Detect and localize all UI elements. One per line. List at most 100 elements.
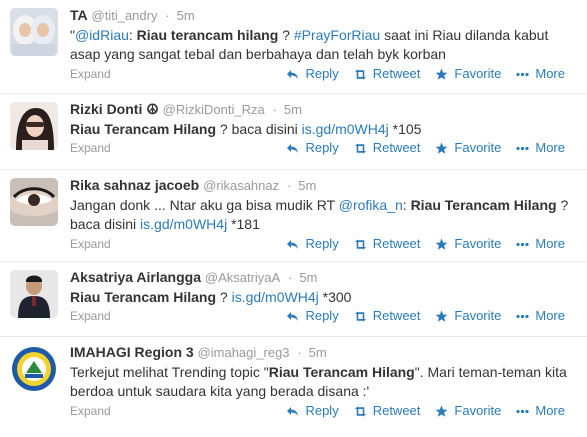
- tweet-username[interactable]: @titi_andry: [92, 8, 158, 23]
- tweet-text-segment: :: [128, 27, 137, 43]
- tweet-text: Jangan donk ... Ntar aku ga bisa mudik R…: [70, 196, 577, 234]
- tweet-actions: Reply Retweet Favorite More: [271, 307, 565, 325]
- ellipsis-icon: [516, 68, 529, 81]
- tweet-fullname[interactable]: IMAHAGI Region 3: [70, 344, 194, 360]
- favorite-button[interactable]: Favorite: [435, 235, 501, 253]
- tweet-item[interactable]: Rizki Donti ☮ @RizkiDonti_Rza · 5m Riau …: [0, 94, 587, 170]
- reply-arrow-icon: [286, 405, 299, 418]
- favorite-label: Favorite: [454, 236, 502, 251]
- tweet-actions: Reply Retweet Favorite More: [271, 402, 565, 420]
- retweet-arrows-icon: [354, 238, 367, 251]
- reply-button[interactable]: Reply: [286, 307, 339, 325]
- tweet-footer: Expand Reply Retweet Favorite More: [70, 402, 577, 420]
- tweet-text-segment: ? baca disini: [216, 121, 302, 137]
- tweet-text: Riau Terancam Hilang ? is.gd/m0WH4j *300: [70, 288, 577, 307]
- mention-link[interactable]: @idRiau: [75, 27, 129, 43]
- tweet-actions: Reply Retweet Favorite More: [271, 235, 565, 253]
- reply-arrow-icon: [286, 68, 299, 81]
- avatar[interactable]: [10, 102, 58, 150]
- retweet-button[interactable]: Retweet: [354, 402, 420, 420]
- avatar[interactable]: [10, 345, 58, 393]
- tweet-fullname[interactable]: TA: [70, 7, 88, 23]
- tweet-text: Riau Terancam Hilang ? baca disini is.gd…: [70, 120, 577, 139]
- more-label: More: [535, 403, 565, 418]
- highlighted-text: Riau Terancam Hilang: [70, 121, 217, 137]
- retweet-button[interactable]: Retweet: [354, 65, 420, 83]
- tweet-fullname[interactable]: Rizki Donti ☮: [70, 101, 159, 117]
- tweet-actions: Reply Retweet Favorite More: [271, 139, 565, 157]
- more-button[interactable]: More: [516, 307, 565, 325]
- tweet-item[interactable]: Rika sahnaz jacoeb @rikasahnaz · 5m Jang…: [0, 170, 587, 262]
- tweet-username[interactable]: @imahagi_reg3: [198, 345, 290, 360]
- time-separator: ·: [297, 345, 302, 360]
- more-button[interactable]: More: [516, 235, 565, 253]
- reply-button[interactable]: Reply: [286, 65, 339, 83]
- more-label: More: [535, 308, 565, 323]
- ellipsis-icon: [516, 238, 529, 251]
- highlighted-text: Riau Terancam Hilang: [410, 197, 557, 213]
- tweet-text-segment: *300: [318, 289, 352, 305]
- avatar[interactable]: [10, 270, 58, 318]
- expand-link[interactable]: Expand: [70, 141, 111, 155]
- highlighted-text: Riau Terancam Hilang: [70, 289, 217, 305]
- tweet-header: TA @titi_andry · 5m: [70, 0, 577, 25]
- tweet-item[interactable]: IMAHAGI Region 3 @imahagi_reg3 · 5m Terk…: [0, 337, 587, 437]
- retweet-arrows-icon: [354, 310, 367, 323]
- tweet-username[interactable]: @RizkiDonti_Rza: [163, 102, 265, 117]
- highlighted-text: Riau Terancam Hilang: [268, 364, 415, 380]
- tweet-timestamp[interactable]: 5m: [298, 178, 316, 193]
- time-separator: ·: [288, 270, 293, 285]
- retweet-label: Retweet: [372, 308, 421, 323]
- reply-label: Reply: [305, 66, 339, 81]
- tweet-fullname[interactable]: Aksatriya Airlangga: [70, 269, 201, 285]
- tweet-footer: Expand Reply Retweet Favorite More: [70, 235, 577, 253]
- expand-link[interactable]: Expand: [70, 237, 111, 251]
- retweet-button[interactable]: Retweet: [354, 235, 420, 253]
- reply-label: Reply: [305, 140, 339, 155]
- more-button[interactable]: More: [516, 402, 565, 420]
- tweet-item[interactable]: TA @titi_andry · 5m "@idRiau: Riau teran…: [0, 0, 587, 94]
- tweet-header: IMAHAGI Region 3 @imahagi_reg3 · 5m: [70, 337, 577, 362]
- favorite-button[interactable]: Favorite: [435, 402, 501, 420]
- tweet-timestamp[interactable]: 5m: [284, 102, 302, 117]
- tweet-username[interactable]: @rikasahnaz: [203, 178, 279, 193]
- tweet-text: "@idRiau: Riau terancam hilang ? #PrayFo…: [70, 26, 577, 64]
- tweet-item[interactable]: Aksatriya Airlangga @AksatriyaA · 5m Ria…: [0, 262, 587, 337]
- reply-button[interactable]: Reply: [286, 402, 339, 420]
- reply-button[interactable]: Reply: [286, 235, 339, 253]
- time-separator: ·: [165, 8, 170, 23]
- url-link[interactable]: is.gd/m0WH4j: [140, 216, 227, 232]
- tweet-username[interactable]: @AksatriyaA: [205, 270, 280, 285]
- ellipsis-icon: [516, 405, 529, 418]
- more-button[interactable]: More: [516, 139, 565, 157]
- hashtag-link[interactable]: #PrayForRiau: [294, 27, 380, 43]
- avatar[interactable]: [10, 8, 58, 56]
- favorite-button[interactable]: Favorite: [435, 139, 501, 157]
- expand-link[interactable]: Expand: [70, 67, 111, 81]
- tweet-header: Rika sahnaz jacoeb @rikasahnaz · 5m: [70, 170, 577, 195]
- tweet-text-segment: Terkejut melihat Trending topic ": [70, 364, 269, 380]
- tweet-header: Rizki Donti ☮ @RizkiDonti_Rza · 5m: [70, 94, 577, 119]
- reply-arrow-icon: [286, 310, 299, 323]
- ellipsis-icon: [516, 142, 529, 155]
- tweet-timestamp[interactable]: 5m: [309, 345, 327, 360]
- retweet-button[interactable]: Retweet: [354, 139, 420, 157]
- tweet-fullname[interactable]: Rika sahnaz jacoeb: [70, 177, 199, 193]
- expand-link[interactable]: Expand: [70, 404, 111, 418]
- avatar[interactable]: [10, 178, 58, 226]
- tweet-timestamp[interactable]: 5m: [177, 8, 195, 23]
- expand-link[interactable]: Expand: [70, 309, 111, 323]
- favorite-button[interactable]: Favorite: [435, 307, 501, 325]
- favorite-label: Favorite: [454, 140, 502, 155]
- reply-button[interactable]: Reply: [286, 139, 339, 157]
- mention-link[interactable]: @rofika_n: [339, 197, 403, 213]
- url-link[interactable]: is.gd/m0WH4j: [232, 289, 319, 305]
- star-icon: [435, 405, 448, 418]
- url-link[interactable]: is.gd/m0WH4j: [302, 121, 389, 137]
- tweet-text-segment: *105: [388, 121, 422, 137]
- retweet-button[interactable]: Retweet: [354, 307, 421, 325]
- star-icon: [435, 238, 448, 251]
- tweet-timestamp[interactable]: 5m: [299, 270, 317, 285]
- favorite-button[interactable]: Favorite: [435, 65, 501, 83]
- more-button[interactable]: More: [516, 65, 565, 83]
